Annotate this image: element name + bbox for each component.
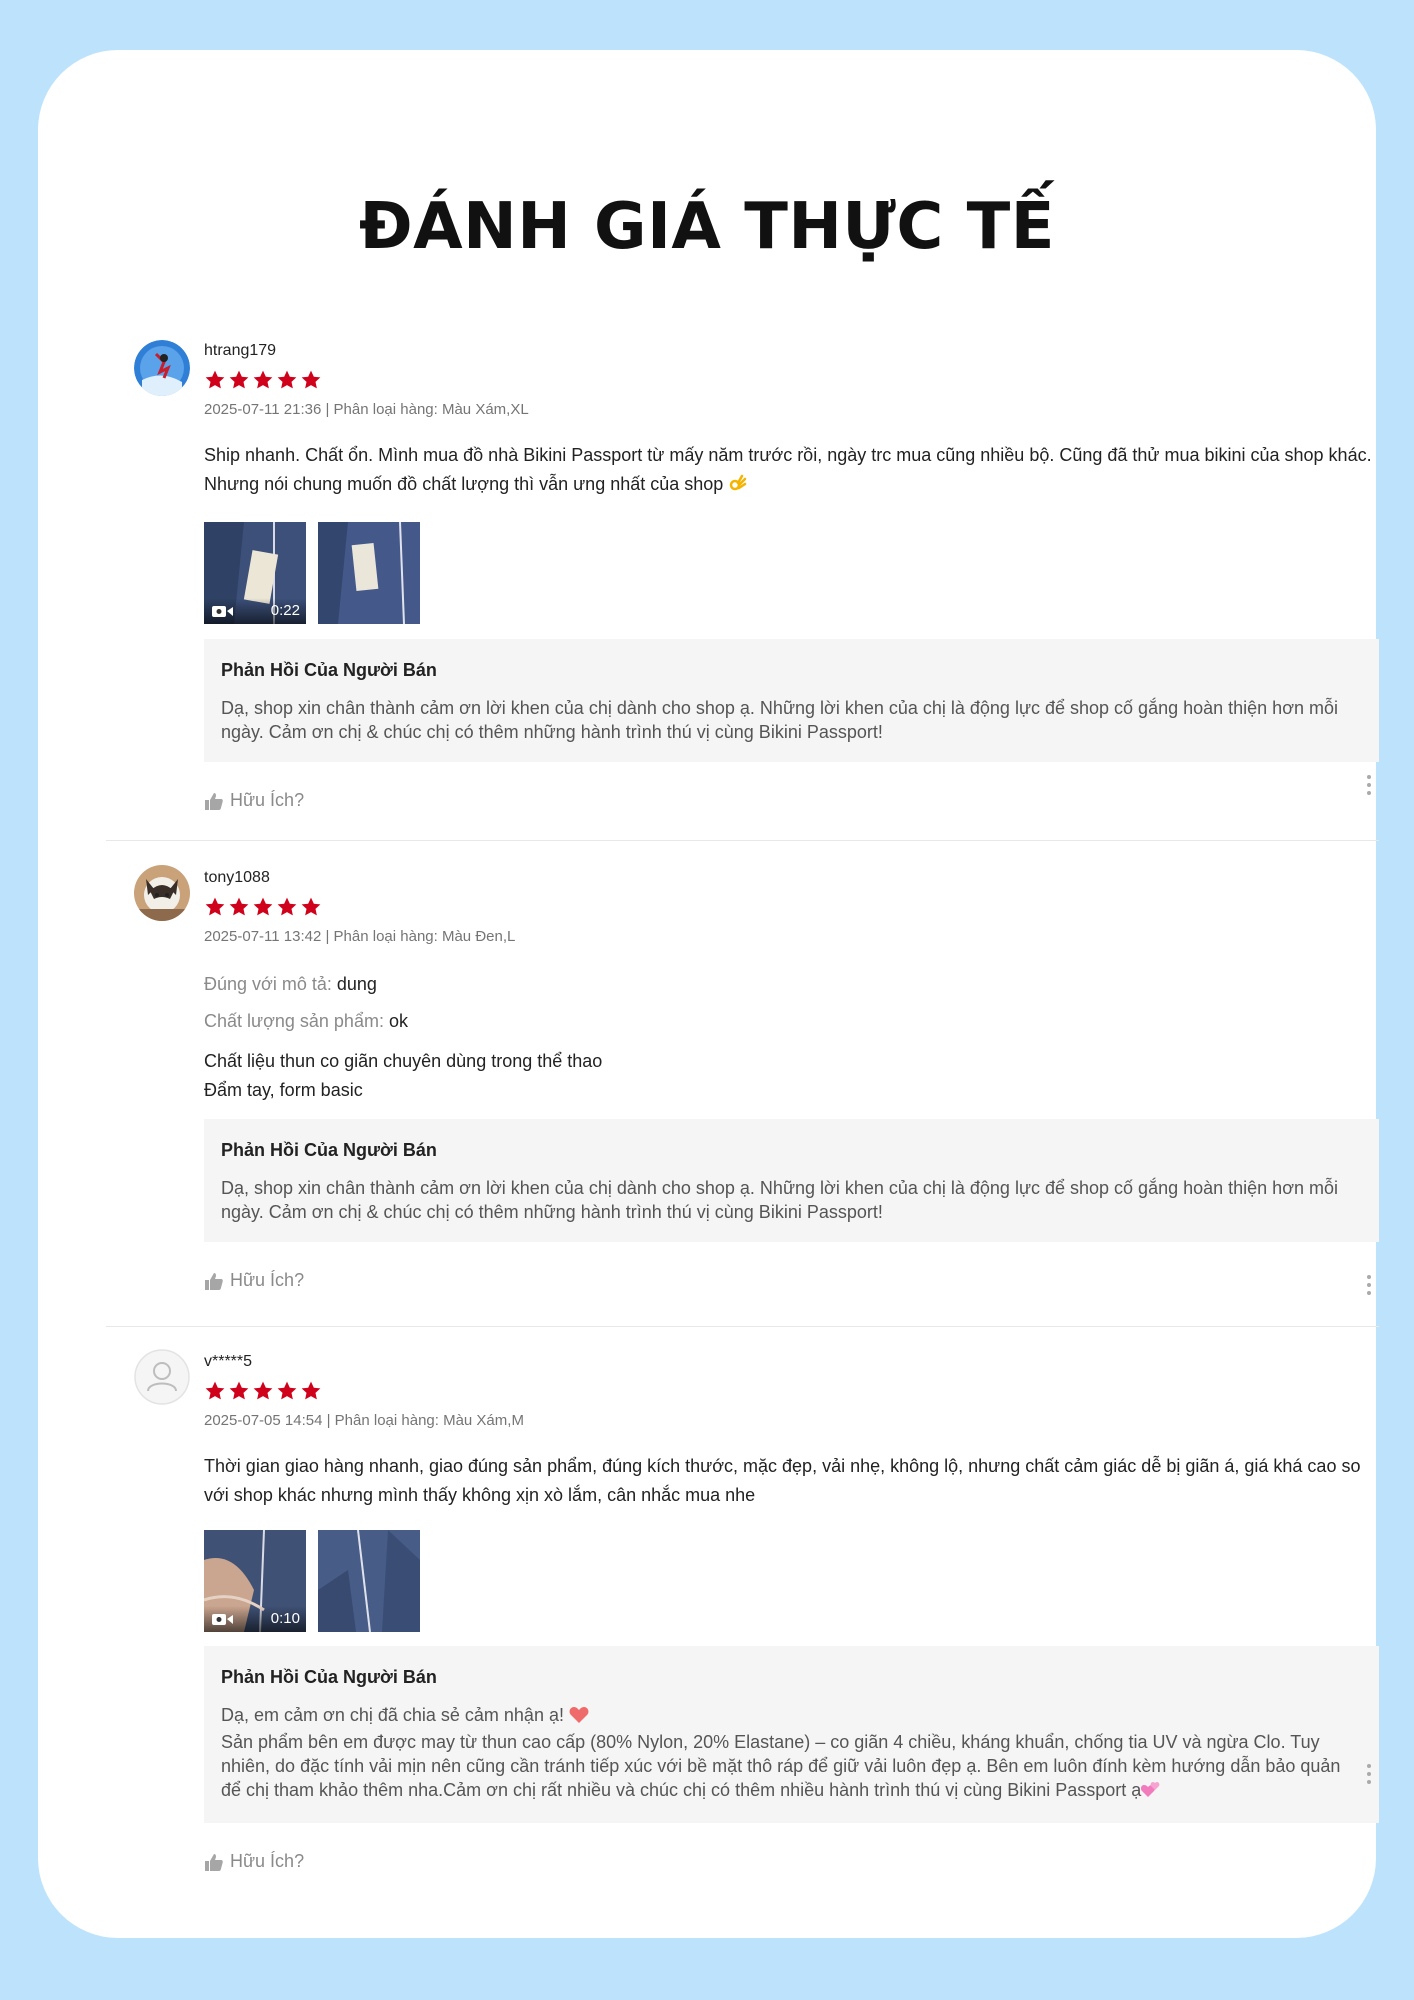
star-icon	[229, 1381, 249, 1400]
rating-stars	[204, 896, 1379, 918]
seller-reply: Phản Hồi Của Người Bán Dạ, shop xin chân…	[204, 639, 1379, 762]
star-icon	[205, 1381, 225, 1400]
review-username[interactable]: htrang179	[204, 341, 1379, 361]
helpful-label: Hữu Ích?	[230, 1851, 305, 1871]
seller-reply-text: Dạ, shop xin chân thành cảm ơn lời khen …	[221, 1178, 1339, 1222]
star-icon	[277, 1381, 297, 1400]
seller-reply-title: Phản Hồi Của Người Bán	[221, 1667, 437, 1687]
helpful-label: Hữu Ích?	[230, 1270, 305, 1290]
review-meta: 2025-07-05 14:54 | Phân loại hàng: Màu X…	[204, 1412, 524, 1429]
helpful-label: Hữu Ích?	[230, 790, 305, 810]
seller-reply-title: Phản Hồi Của Người Bán	[221, 660, 437, 680]
ok-hand-icon	[728, 473, 748, 502]
attribute-row: Chất lượng sản phẩm: ok	[204, 1010, 1379, 1032]
video-duration: 0:22	[270, 602, 300, 619]
review-text-line: Chất liệu thun co giãn chuyên dùng trong…	[204, 1051, 603, 1071]
video-thumbnail[interactable]: 0:10	[204, 1530, 306, 1632]
thumbs-up-icon	[205, 792, 223, 810]
attribute-value: ok	[388, 1011, 408, 1031]
attribute-row: Đúng với mô tả: dung	[204, 973, 1379, 995]
seller-reply-text: Dạ, em cảm ơn chị đã chia sẻ cảm nhận ạ!…	[221, 1703, 1362, 1805]
attribute-key: Chất lượng sản phẩm:	[204, 1011, 384, 1031]
review-text: Ship nhanh. Chất ổn. Mình mua đồ nhà Bik…	[204, 445, 1372, 494]
page-title: ĐÁNH GIÁ THỰC TẾ	[358, 190, 1056, 264]
image-thumbnail[interactable]	[318, 522, 420, 624]
star-icon	[205, 370, 225, 389]
seller-reply-line: Dạ, em cảm ơn chị đã chia sẻ cảm nhận ạ!	[221, 1705, 564, 1725]
star-icon	[277, 370, 297, 389]
seller-reply-text: Dạ, shop xin chân thành cảm ơn lời khen …	[221, 698, 1339, 742]
review-item: tony1088 2025-07-11 13:42 | Phân loại hà…	[106, 841, 1379, 1327]
image-thumbnail[interactable]	[318, 1530, 420, 1632]
video-camera-icon	[212, 606, 233, 617]
star-icon	[253, 897, 273, 916]
thumbs-up-icon	[205, 1853, 223, 1871]
rating-stars	[204, 369, 1379, 391]
star-icon	[229, 897, 249, 916]
star-icon	[253, 370, 273, 389]
video-thumbnail[interactable]: 0:22	[204, 522, 306, 624]
star-icon	[301, 1381, 321, 1400]
more-options-icon[interactable]	[1359, 1759, 1379, 1789]
review-username[interactable]: tony1088	[204, 868, 1379, 888]
rating-stars	[204, 1380, 1379, 1402]
avatar[interactable]	[134, 1349, 190, 1405]
thumbs-up-icon	[205, 1272, 223, 1290]
review-item: htrang179 2025-07-11 21:36 | Phân loại h…	[106, 308, 1379, 841]
more-options-icon[interactable]	[1359, 1270, 1379, 1300]
heart-icon	[569, 1706, 589, 1730]
seller-reply: Phản Hồi Của Người Bán Dạ, em cảm ơn chị…	[204, 1646, 1379, 1823]
review-content: Ship nhanh. Chất ổn. Mình mua đồ nhà Bik…	[204, 441, 1379, 502]
seller-reply-line: Sản phẩm bên em được may từ thun cao cấp…	[221, 1732, 1341, 1800]
review-media: 0:10	[204, 1530, 1379, 1632]
hearts-icon	[1141, 1781, 1161, 1805]
review-attributes: Đúng với mô tả: dung Chất lượng sản phẩm…	[204, 973, 1379, 1032]
avatar[interactable]	[134, 865, 190, 921]
helpful-button[interactable]: Hữu Ích?	[204, 1270, 304, 1291]
seller-reply: Phản Hồi Của Người Bán Dạ, shop xin chân…	[204, 1119, 1379, 1242]
star-icon	[301, 897, 321, 916]
review-meta: 2025-07-11 21:36 | Phân loại hàng: Màu X…	[204, 401, 529, 418]
attribute-value: dung	[336, 974, 377, 994]
helpful-button[interactable]: Hữu Ích?	[204, 1851, 304, 1872]
star-icon	[301, 370, 321, 389]
review-item: v*****5 2025-07-05 14:54 | Phân loại hàn…	[106, 1327, 1379, 1927]
video-camera-icon	[212, 1614, 233, 1625]
star-icon	[229, 370, 249, 389]
star-icon	[277, 897, 297, 916]
attribute-key: Đúng với mô tả:	[204, 974, 332, 994]
video-duration: 0:10	[270, 1610, 300, 1627]
seller-reply-title: Phản Hồi Của Người Bán	[221, 1140, 437, 1160]
review-content: Chất liệu thun co giãn chuyên dùng trong…	[204, 1047, 1379, 1105]
more-options-icon[interactable]	[1359, 770, 1379, 800]
content-card: ĐÁNH GIÁ THỰC TẾ htrang179 2025-07-11 21…	[38, 50, 1379, 1938]
review-meta: 2025-07-11 13:42 | Phân loại hàng: Màu Đ…	[204, 928, 516, 945]
review-username[interactable]: v*****5	[204, 1352, 1379, 1372]
star-icon	[205, 897, 225, 916]
review-text-line: Đẩm tay, form basic	[204, 1080, 363, 1100]
star-icon	[253, 1381, 273, 1400]
review-media: 0:22	[204, 522, 1379, 624]
helpful-button[interactable]: Hữu Ích?	[204, 790, 304, 811]
avatar[interactable]	[134, 340, 190, 396]
review-text: Thời gian giao hàng nhanh, giao đúng sản…	[204, 1456, 1361, 1505]
review-list: htrang179 2025-07-11 21:36 | Phân loại h…	[106, 308, 1379, 1927]
